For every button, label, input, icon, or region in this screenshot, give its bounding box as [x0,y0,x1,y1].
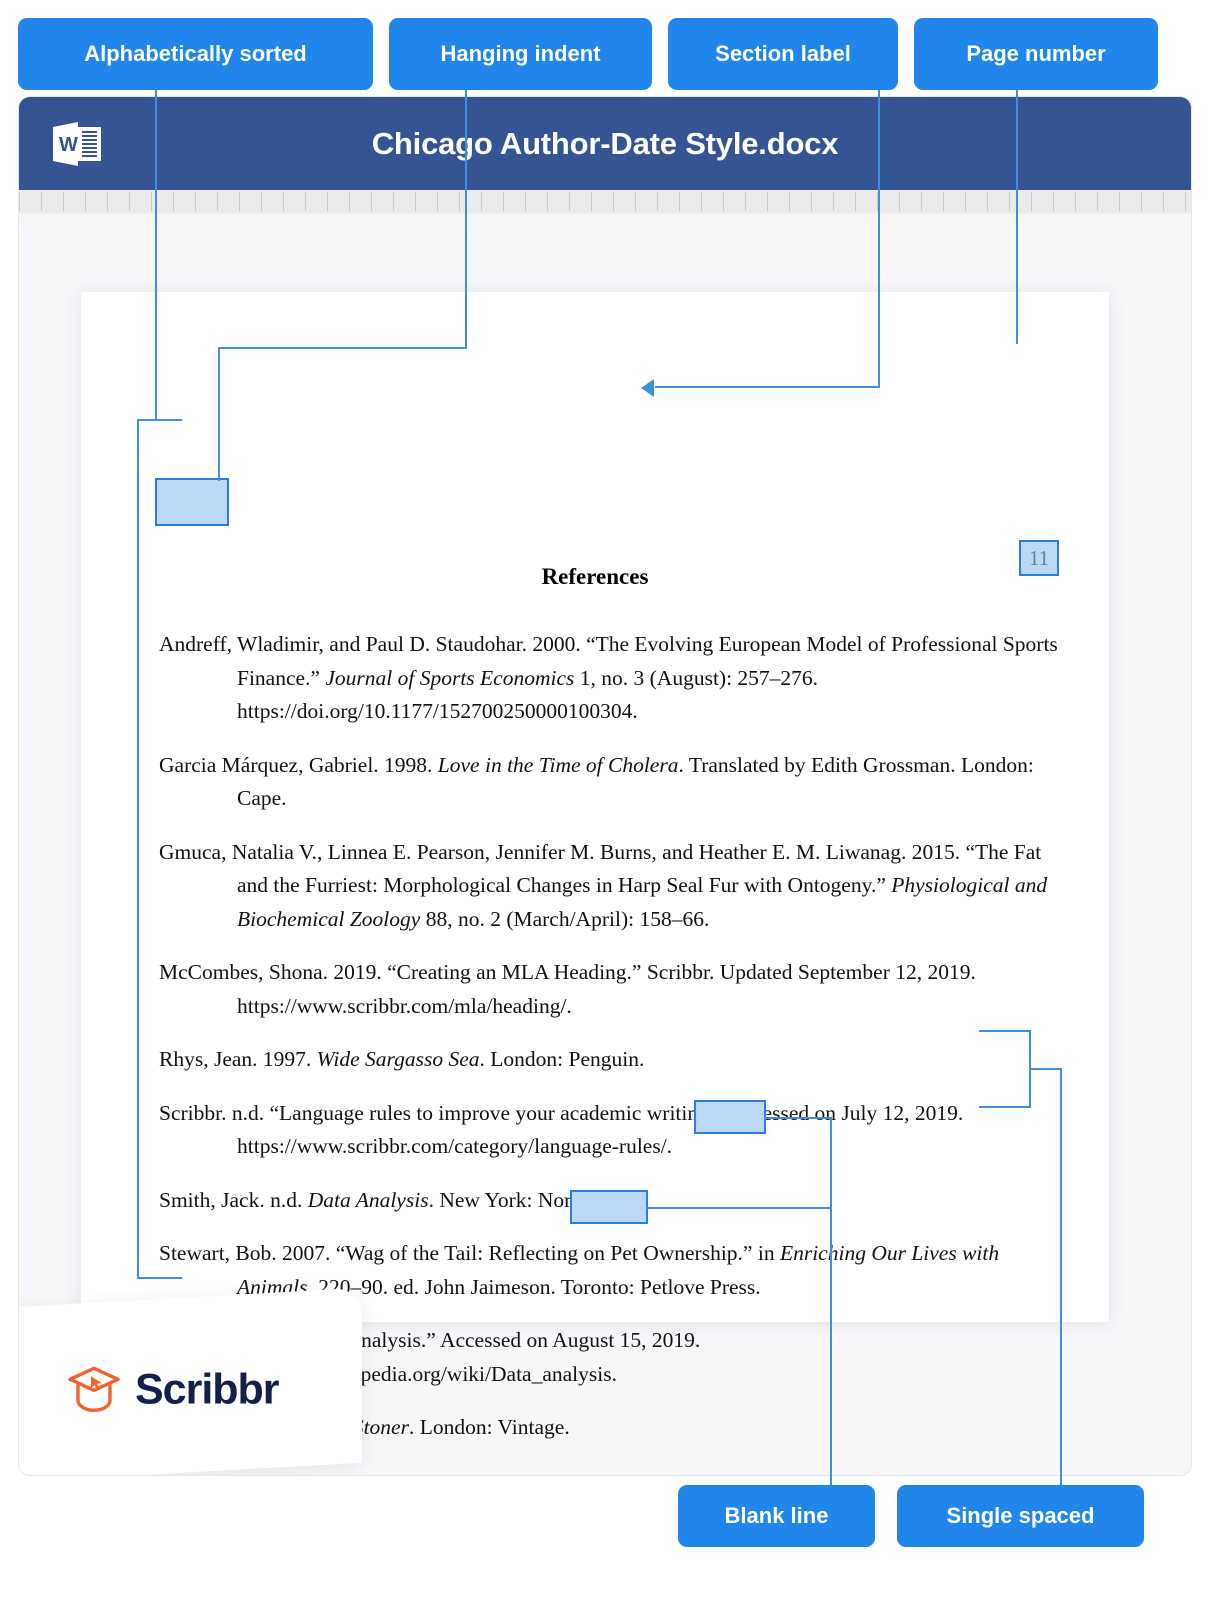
callout-hanging-indent-label: Hanging indent [440,41,601,66]
connector-blank-line-vertical [830,1117,832,1488]
connector-hanging-indent-vertical-top [465,90,467,348]
connector-single-spaced-bracket-bottom [979,1106,1031,1108]
infographic-root: Alphabetically sorted Hanging indent Sec… [0,0,1210,1619]
connector-blank-line-horizontal-upper [764,1117,832,1119]
reference-entry-scribbr: Scribbr. n.d. “Language rules to improve… [159,1100,964,1159]
connector-alphabetically-sorted-vertical [155,90,157,420]
reference-entry-rhys: Rhys, Jean. 1997. Wide Sargasso Sea. Lon… [159,1047,645,1071]
callout-section-label[interactable]: Section label [668,18,898,90]
callout-single-spaced-label: Single spaced [946,1503,1095,1528]
connector-single-spaced-vertical [1060,1068,1062,1488]
callout-alphabetically-sorted-label: Alphabetically sorted [84,41,307,66]
callout-section-label-label: Section label [715,41,851,66]
connector-section-label-vertical [878,90,880,387]
callout-hanging-indent[interactable]: Hanging indent [389,18,652,90]
blank-line-highlight-upper [694,1100,766,1134]
connector-alphabetically-sorted-bracket [137,419,139,1279]
document-page: 11 References Andreff, Wladimir, and Pau… [81,292,1109,1439]
connector-alphabetically-sorted-horizontal [137,419,182,421]
callout-alphabetically-sorted[interactable]: Alphabetically sorted [18,18,373,90]
hanging-indent-highlight [155,478,229,526]
reference-entry-mccombes: McCombes, Shona. 2019. “Creating an MLA … [159,960,976,1018]
reference-entry-gmuca: Gmuca, Natalia V., Linnea E. Pearson, Je… [159,839,1048,931]
callout-page-number-label: Page number [966,41,1106,66]
scribbr-logo-banner: Scribbr [19,1287,362,1475]
reference-entry-garcia-marquez: Garcia Márquez, Gabriel. 1998. Love in t… [159,752,1034,811]
connector-blank-line-horizontal-lower [646,1207,832,1209]
scribbr-logo: Scribbr [67,1364,279,1414]
reference-entry-andreff: Andreff, Wladimir, and Paul D. Staudohar… [159,632,1058,723]
graduation-cap-cursor-icon [68,1366,120,1412]
word-icon: W [53,122,101,166]
connector-page-number-vertical [1016,90,1018,344]
scribbr-wordmark: Scribbr [135,1364,279,1413]
connector-hanging-indent-vertical-bottom [218,347,220,481]
connector-section-label-horizontal [655,386,880,388]
connector-single-spaced-bracket-top [979,1030,1031,1032]
references-heading: References [541,564,649,589]
callout-single-spaced[interactable]: Single spaced [897,1485,1144,1547]
callout-page-number[interactable]: Page number [914,18,1158,90]
svg-text:W: W [59,134,78,156]
connector-hanging-indent-horizontal [218,347,467,349]
callout-blank-line-label: Blank line [724,1503,829,1528]
connector-alphabetically-sorted-bracket-foot [137,1277,182,1279]
connector-single-spaced-stem [1029,1068,1062,1070]
blank-line-highlight-lower [570,1190,648,1224]
connector-section-label-arrowhead [641,379,654,397]
callout-blank-line[interactable]: Blank line [678,1485,875,1547]
